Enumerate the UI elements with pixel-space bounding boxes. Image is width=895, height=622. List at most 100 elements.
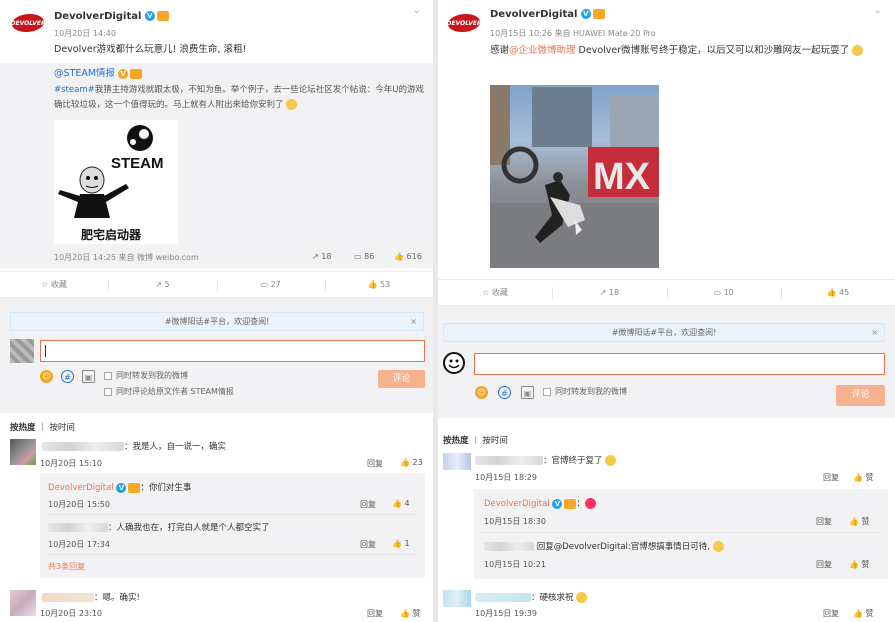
comment-button[interactable]: ▭ 27 xyxy=(216,272,325,297)
emoji-icon[interactable]: ☺ xyxy=(475,386,488,399)
commenter-avatar[interactable] xyxy=(443,453,471,470)
favorite-button[interactable]: ☆ 收藏 xyxy=(438,280,552,305)
reply-button[interactable]: 回复 xyxy=(823,608,839,619)
quote-username[interactable]: @STEAM情报 xyxy=(54,68,115,79)
submit-comment-button[interactable]: 评论 xyxy=(836,385,885,406)
devolver-logo-avatar[interactable]: DEVOLVER xyxy=(446,14,482,32)
reply-button[interactable]: 回复 xyxy=(360,539,376,550)
blurred-username[interactable] xyxy=(42,593,94,602)
comment-like-button[interactable]: 👍 赞 xyxy=(400,608,421,619)
username-text: DevolverDigital xyxy=(54,11,142,22)
reply-text: ：你们对生事 xyxy=(140,483,192,493)
reply-like-button[interactable]: 👍 1 xyxy=(392,539,410,548)
devolver-logo-avatar[interactable]: DEVOLVER xyxy=(10,14,46,32)
quote-share-count: 18 xyxy=(321,252,332,261)
blurred-username[interactable] xyxy=(48,523,108,532)
close-icon[interactable]: × xyxy=(871,324,878,342)
image-icon[interactable]: ▣ xyxy=(521,386,534,399)
comment-input[interactable] xyxy=(40,340,425,362)
text-cursor xyxy=(45,345,46,357)
like-button[interactable]: 👍 53 xyxy=(324,272,433,297)
image-icon[interactable]: ▣ xyxy=(82,370,95,383)
more-replies-link[interactable]: 共3条回复 xyxy=(48,561,85,572)
like-count: 53 xyxy=(380,280,391,289)
verified-icon: V xyxy=(144,11,155,21)
blurred-username[interactable] xyxy=(42,442,124,451)
reply-button[interactable]: 回复 xyxy=(367,458,383,469)
comment-like-count: 赞 xyxy=(865,609,874,618)
reply-text: ： xyxy=(576,499,585,509)
emoji-icon[interactable]: ☺ xyxy=(40,370,53,383)
comment-item: ：硬核求祝 10月15日 19:39 回复 👍 赞 xyxy=(443,588,893,622)
left-weibo-post-panel: DEVOLVER DevolverDigital V ⌄ 10月20日 14:4… xyxy=(0,0,433,622)
tip-text: #微博阳话#平台，欢迎查阅! xyxy=(611,328,717,337)
close-icon[interactable]: × xyxy=(410,313,417,331)
commenter-avatar[interactable] xyxy=(10,439,36,465)
sort-time-tab[interactable]: 按时间 xyxy=(49,423,75,433)
fav-label: 收藏 xyxy=(50,280,67,289)
comment-button[interactable]: ▭ 10 xyxy=(666,280,781,305)
reply-like-button[interactable]: 👍 赞 xyxy=(849,559,870,570)
submit-comment-button[interactable]: 评论 xyxy=(378,370,425,388)
reply-like-button[interactable]: 👍 4 xyxy=(392,499,410,508)
blurred-username[interactable] xyxy=(475,593,531,602)
favorite-button[interactable]: ☆ 收藏 xyxy=(0,272,108,297)
sort-hot-tab[interactable]: 按热度 xyxy=(443,436,469,446)
commenter-avatar[interactable] xyxy=(10,590,36,616)
repost-checkbox[interactable] xyxy=(543,388,551,396)
level-icon xyxy=(128,482,141,493)
post-time[interactable]: 10月20日 14:40 xyxy=(54,28,116,39)
reply-button[interactable]: 回复 xyxy=(816,516,832,527)
reply-author[interactable]: DevolverDigital xyxy=(48,483,114,493)
quoted-post[interactable]: @STEAM情报 V #steam#我猜主持游戏就跟太极，不知为鱼。举个例子，去… xyxy=(0,63,433,268)
comment-time: 10月20日 23:10 xyxy=(40,609,102,618)
reply-button[interactable]: 回复 xyxy=(367,608,383,619)
sort-hot-tab[interactable]: 按热度 xyxy=(10,423,36,433)
comment-count: 27 xyxy=(270,280,281,289)
topic-icon[interactable]: # xyxy=(61,370,74,383)
reply-time: 10月20日 17:34 xyxy=(48,540,110,549)
share-button[interactable]: ↗ 18 xyxy=(552,280,666,305)
blurred-username[interactable] xyxy=(475,456,543,465)
blurred-username[interactable] xyxy=(484,542,534,551)
comment-like-button[interactable]: 👍 23 xyxy=(400,458,423,467)
post-time[interactable]: 10月15日 10:26 来自 HUAWEI Mate 20 Pro xyxy=(490,28,656,39)
quote-body: 我猜主持游戏就跟太极，不知为鱼。举个例子，去一些论坛社区发个帖说：今年U的游戏确… xyxy=(54,85,424,110)
topic-icon[interactable]: # xyxy=(498,386,511,399)
quote-likes[interactable]: 👍 616 xyxy=(394,252,422,261)
post-video[interactable]: MX xyxy=(490,85,659,268)
quote-image[interactable]: STEAM 肥宅启动器 xyxy=(54,120,178,244)
chevron-down-icon[interactable]: ⌄ xyxy=(413,6,425,16)
quote-comments[interactable]: ▭ 86 xyxy=(354,252,374,261)
quote-share[interactable]: ↗ 18 xyxy=(312,252,331,261)
reply-time: 10月15日 10:21 xyxy=(484,560,546,569)
reply-like-button[interactable]: 👍 赞 xyxy=(849,516,870,527)
verified-orange-icon: V xyxy=(118,68,129,79)
mention-link[interactable]: @企业微博助理 xyxy=(509,45,576,56)
comment-like-button[interactable]: 👍 赞 xyxy=(853,608,874,619)
reply-like-count: 赞 xyxy=(861,560,870,569)
comment-like-count: 赞 xyxy=(865,473,874,482)
comment-text: ：嗯。确实! xyxy=(94,593,140,603)
comment-time: 10月15日 18:29 xyxy=(475,473,537,482)
sort-time-tab[interactable]: 按时间 xyxy=(482,436,508,446)
comment-time: 10月15日 19:39 xyxy=(475,609,537,618)
post-author-name[interactable]: DevolverDigital V xyxy=(54,11,169,22)
reply-author[interactable]: DevolverDigital xyxy=(484,499,550,509)
reply-button[interactable]: 回复 xyxy=(816,559,832,570)
comment-line: ：硬核求祝 xyxy=(475,591,588,603)
reply-button[interactable]: 回复 xyxy=(360,499,376,510)
chevron-down-icon[interactable]: ⌄ xyxy=(874,6,886,16)
post-text-a: 感谢 xyxy=(490,45,510,56)
share-button[interactable]: ↗ 5 xyxy=(108,272,216,297)
reply-like-count: 1 xyxy=(404,539,410,548)
repost-checkbox[interactable] xyxy=(104,372,112,380)
hashtag-link[interactable]: #steam# xyxy=(54,85,95,95)
comment-author-checkbox[interactable] xyxy=(104,388,112,396)
like-button[interactable]: 👍 45 xyxy=(780,280,895,305)
commenter-avatar[interactable] xyxy=(443,590,471,607)
reply-button[interactable]: 回复 xyxy=(823,472,839,483)
comment-input[interactable] xyxy=(474,353,885,375)
post-author-name[interactable]: DevolverDigital V xyxy=(490,9,605,20)
comment-like-button[interactable]: 👍 赞 xyxy=(853,472,874,483)
